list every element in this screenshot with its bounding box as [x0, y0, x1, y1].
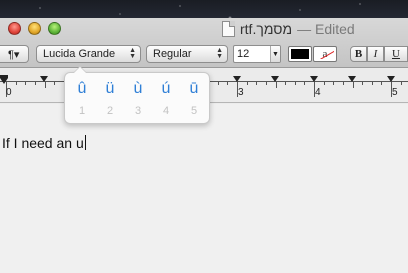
font-family-popup[interactable]: Lucida Grande ▲ ▼ — [36, 45, 141, 63]
window-title-filename: rtf.מסמך — [240, 21, 293, 37]
ruler-tick — [256, 81, 257, 85]
accent-menu-popup: û 1 ü 2 ù 3 ú 4 ū 5 — [64, 66, 210, 124]
textedit-window: rtf.מסמך — Edited ¶▾ Lucida Grande ▲ ▼ Re… — [0, 0, 408, 273]
accent-char: ü — [105, 80, 115, 97]
document-icon[interactable] — [222, 21, 235, 37]
format-bar: ¶▾ Lucida Grande ▲ ▼ Regular ▲ ▼ 12 ▼ a B … — [0, 44, 408, 66]
zoom-button[interactable] — [48, 22, 61, 35]
ruler-tick — [25, 81, 26, 85]
accent-shortcut: 1 — [78, 105, 86, 117]
bold-button[interactable]: B — [350, 46, 367, 62]
text-document-area[interactable]: If I need an u — [0, 104, 408, 273]
accent-shortcut: 2 — [106, 105, 114, 117]
ruler-number: 0 — [6, 87, 12, 98]
underline-button[interactable]: U — [384, 46, 408, 62]
ruler-tick — [266, 81, 267, 85]
tab-stop-marker[interactable] — [310, 76, 318, 82]
accent-char: û — [77, 80, 87, 97]
accent-option[interactable]: ù 3 — [125, 79, 151, 119]
paragraph-styles-label: ¶▾ — [8, 48, 20, 61]
tab-stop-marker[interactable] — [348, 76, 356, 82]
document-text-line[interactable]: If I need an u — [2, 135, 86, 151]
accent-shortcut: 5 — [190, 105, 198, 117]
ruler-number: 4 — [315, 87, 321, 98]
paragraph-styles-button[interactable]: ¶▾ — [0, 45, 29, 63]
popup-arrows-icon: ▲ ▼ — [216, 47, 223, 60]
ruler-number: 5 — [392, 87, 398, 98]
accent-option[interactable]: ú 4 — [153, 79, 179, 119]
accent-char: ú — [161, 80, 171, 97]
ruler-tick — [343, 81, 344, 85]
ruler-tick — [285, 81, 286, 85]
tab-stop-marker[interactable] — [233, 76, 241, 82]
ruler-tick — [276, 81, 277, 88]
font-size-value: 12 — [237, 48, 250, 60]
accent-char: ū — [189, 80, 199, 97]
ruler-tick — [381, 81, 382, 85]
ruler-tick — [35, 81, 36, 85]
chevron-down-icon[interactable]: ▼ — [270, 46, 280, 62]
accent-char: ù — [133, 80, 143, 97]
ruler-tick — [324, 81, 325, 85]
ruler-tick — [54, 81, 55, 85]
window-title: rtf.מסמך — Edited — [222, 20, 355, 38]
text-caret — [84, 135, 86, 150]
ruler-number: 3 — [238, 87, 244, 98]
font-style-value: Regular — [153, 48, 192, 60]
close-button[interactable] — [8, 22, 21, 35]
ruler-tick — [45, 81, 46, 88]
tab-stop-marker[interactable] — [40, 76, 48, 82]
no-color-icon: a — [316, 49, 334, 59]
ruler-tick — [333, 81, 334, 85]
text-color-swatch — [291, 49, 309, 59]
accent-option[interactable]: ū 5 — [181, 79, 207, 119]
accent-shortcut: 3 — [134, 105, 142, 117]
font-family-value: Lucida Grande — [43, 48, 116, 60]
font-style-popup[interactable]: Regular ▲ ▼ — [146, 45, 228, 63]
font-size-combobox[interactable]: 12 ▼ — [233, 45, 281, 63]
accent-shortcut: 4 — [162, 105, 170, 117]
ruler-tick — [227, 81, 228, 85]
ruler-tick — [16, 81, 17, 85]
ruler-tick — [247, 81, 248, 85]
ruler-tick — [353, 81, 354, 88]
tab-stop-marker[interactable] — [271, 76, 279, 82]
ruler-tick — [304, 81, 305, 85]
ruler-tick — [372, 81, 373, 85]
text-color-well[interactable] — [288, 46, 312, 62]
ruler-tick — [295, 81, 296, 85]
italic-button[interactable]: I — [367, 46, 384, 62]
document-text: If I need an u — [2, 135, 84, 151]
accent-option[interactable]: ü 2 — [97, 79, 123, 119]
accent-option[interactable]: û 1 — [69, 79, 95, 119]
tab-stop-marker[interactable] — [387, 76, 395, 82]
popup-arrows-icon: ▲ ▼ — [129, 47, 136, 60]
background-color-well[interactable]: a — [313, 46, 337, 62]
edited-status: — Edited — [297, 21, 355, 37]
ruler-tick — [401, 81, 402, 85]
ruler-tick — [362, 81, 363, 85]
minimize-button[interactable] — [28, 22, 41, 35]
ruler-tick — [218, 81, 219, 85]
